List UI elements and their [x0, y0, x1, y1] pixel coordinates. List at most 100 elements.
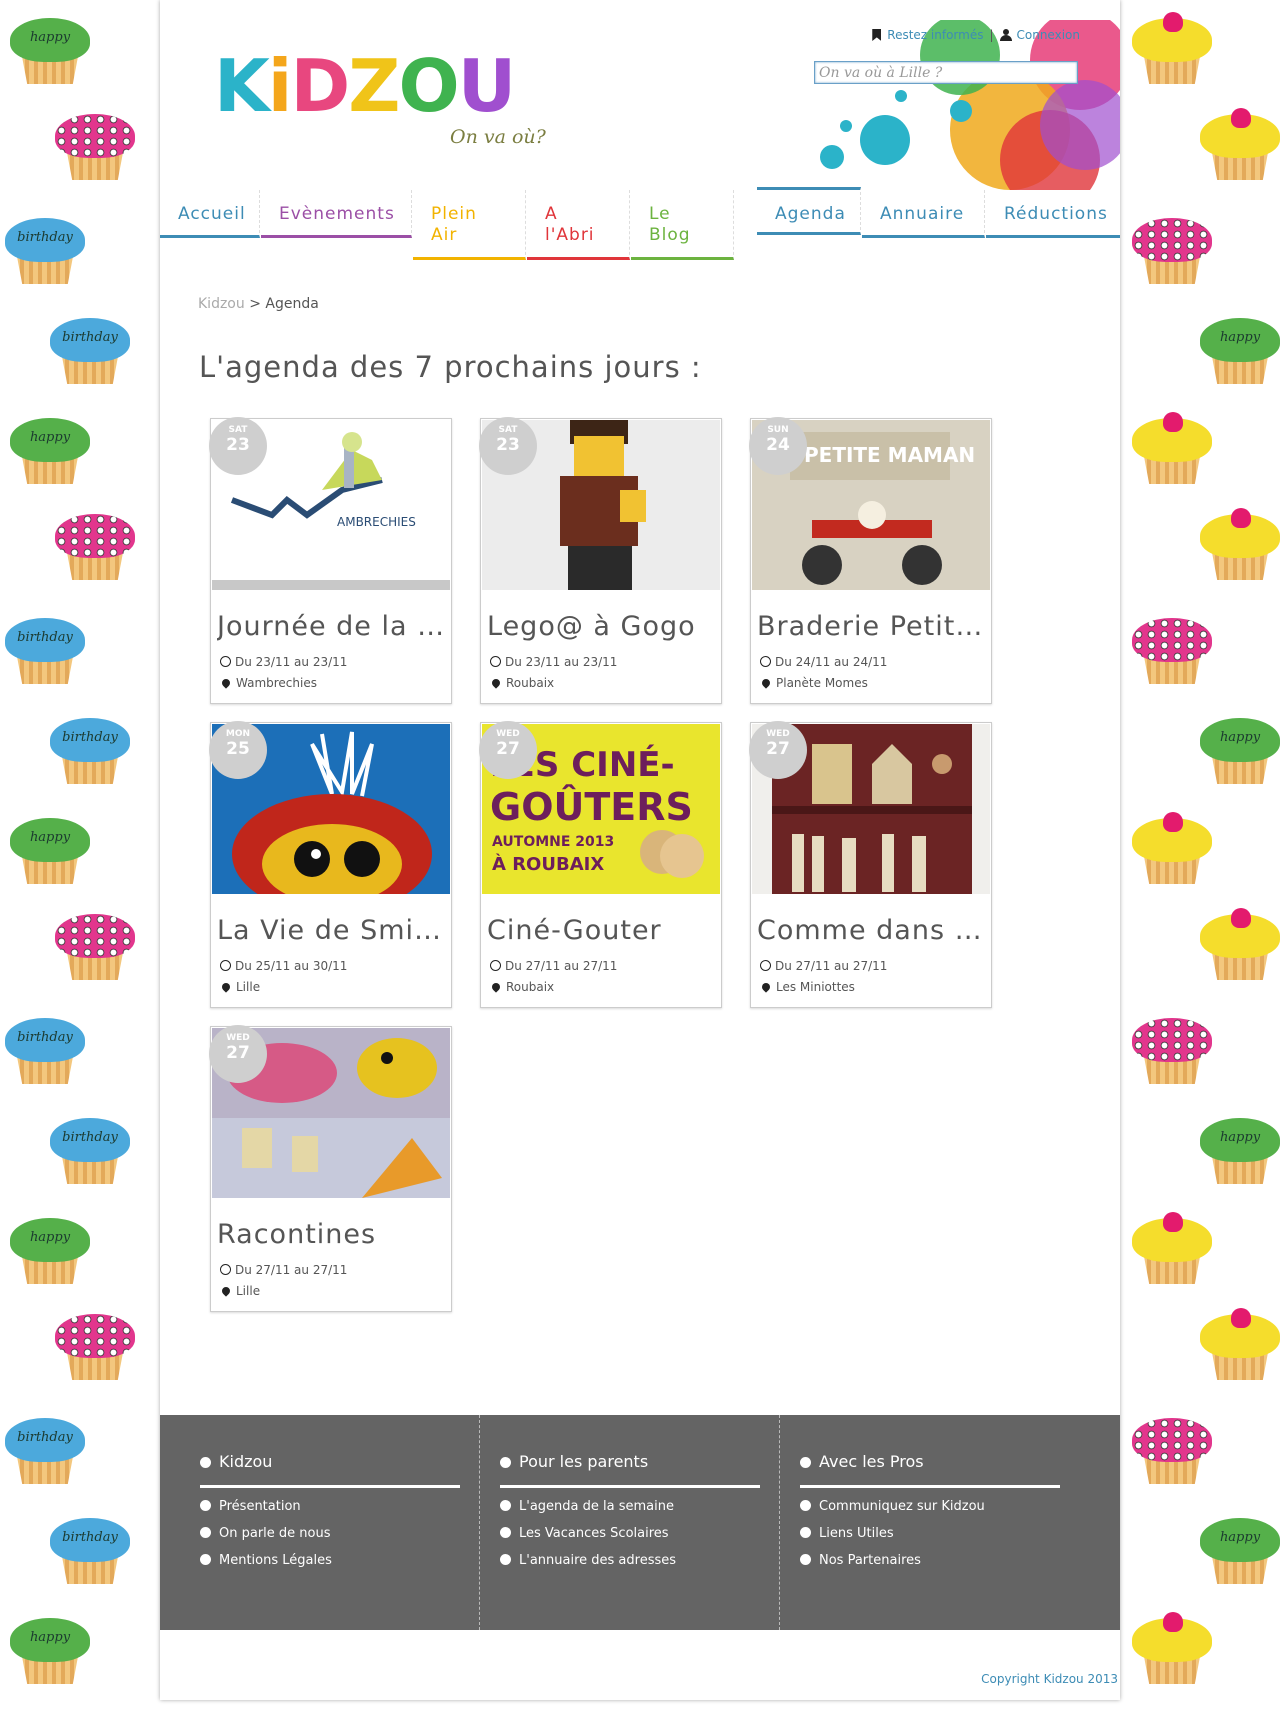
- nav-accueil[interactable]: Accueil: [160, 190, 260, 238]
- footer-column-parents: Pour les parents L'agenda de la semaine …: [500, 1415, 760, 1630]
- user-icon: [999, 29, 1012, 41]
- cupcake-decoration: [1132, 1212, 1212, 1288]
- event-dates: Du 23/11 au 23/11: [490, 655, 617, 669]
- nav-annuaire[interactable]: Annuaire: [862, 190, 985, 238]
- bullet-icon: [500, 1500, 511, 1511]
- event-title[interactable]: Lego@ à Gogo: [487, 611, 715, 642]
- cupcake-decoration: [1200, 1308, 1280, 1384]
- cupcake-decoration: [55, 108, 135, 184]
- map-pin-icon: [760, 981, 772, 993]
- footer-column-kidzou: Kidzou Présentation On parle de nous Men…: [200, 1415, 460, 1630]
- nav-evenements[interactable]: Evènements: [261, 190, 412, 238]
- date-badge-day: MON: [225, 729, 251, 739]
- event-card[interactable]: WED 27 Comme dans u... Du 27/11 au 27/11…: [749, 721, 992, 1008]
- event-image-text: AUTOMNE 2013: [492, 834, 614, 850]
- footer-link[interactable]: Présentation: [200, 1498, 332, 1525]
- nav-plein-air[interactable]: Plein Air: [413, 190, 526, 260]
- event-image-text: GOÛTERS: [490, 785, 693, 829]
- event-title[interactable]: La Vie de Smis...: [217, 915, 445, 946]
- kidzou-logo[interactable]: K i D Z O U On va où?: [214, 46, 554, 162]
- clock-icon: [220, 1264, 231, 1275]
- event-place-text: Roubaix: [506, 980, 555, 994]
- footer-link[interactable]: Mentions Légales: [200, 1552, 332, 1579]
- event-title[interactable]: Braderie Petite...: [757, 611, 985, 642]
- cupcake-decoration: happy: [10, 812, 90, 888]
- nav-le-blog[interactable]: Le Blog: [631, 190, 734, 260]
- cupcake-decoration: [1132, 1012, 1212, 1088]
- event-place: Lille: [220, 1284, 260, 1298]
- site-footer: Kidzou Présentation On parle de nous Men…: [160, 1415, 1120, 1630]
- event-place: Roubaix: [490, 980, 554, 994]
- logo-letter: O: [398, 44, 459, 128]
- event-card[interactable]: SAT 23 Lego@ à Gogo Du 23/11 au 23/11 Ro…: [479, 417, 722, 704]
- bullet-icon: [500, 1554, 511, 1565]
- cupcake-decoration: [55, 1308, 135, 1384]
- event-dates-text: Du 27/11 au 27/11: [775, 959, 888, 973]
- footer-heading: Avec les Pros: [800, 1452, 924, 1471]
- nav-reductions[interactable]: Réductions: [986, 190, 1120, 238]
- event-dates-text: Du 25/11 au 30/11: [235, 959, 348, 973]
- event-title[interactable]: Comme dans u...: [757, 915, 985, 946]
- bullet-icon: [500, 1527, 511, 1538]
- cupcake-decoration: [1200, 908, 1280, 984]
- cupcake-decoration: happy: [1200, 1112, 1280, 1188]
- event-dates-text: Du 24/11 au 24/11: [775, 655, 888, 669]
- date-badge: WED 27: [479, 721, 537, 779]
- breadcrumb-home-link[interactable]: Kidzou: [198, 296, 245, 312]
- event-title[interactable]: Racontines: [217, 1219, 445, 1250]
- footer-heading: Pour les parents: [500, 1452, 648, 1471]
- cupcake-decoration: birthday: [50, 312, 130, 388]
- nav-a-l-abri[interactable]: A l'Abri: [527, 190, 630, 260]
- date-badge-number: 25: [226, 739, 250, 759]
- footer-link[interactable]: Liens Utiles: [800, 1525, 985, 1552]
- event-place: Roubaix: [490, 676, 554, 690]
- date-badge-number: 27: [226, 1043, 250, 1063]
- map-pin-icon: [220, 677, 232, 689]
- logo-letter: K: [214, 44, 270, 128]
- footer-link[interactable]: L'agenda de la semaine: [500, 1498, 676, 1525]
- site-header: K i D Z O U On va où? Restez informés | …: [160, 0, 1120, 190]
- event-place-text: Planète Momes: [776, 676, 868, 690]
- footer-rule: [200, 1485, 460, 1488]
- cupcake-decoration: birthday: [50, 712, 130, 788]
- event-title[interactable]: Ciné-Gouter: [487, 915, 715, 946]
- event-card[interactable]: AMBRECHIES SAT 23 Journée de la ... Du 2…: [209, 417, 452, 704]
- footer-link[interactable]: Nos Partenaires: [800, 1552, 985, 1579]
- event-title[interactable]: Journée de la ...: [217, 611, 445, 642]
- event-card[interactable]: MON 25 La Vie de Smis... Du 25/11 au 30/…: [209, 721, 452, 1008]
- event-image-text: PETITE MAMAN: [804, 443, 975, 467]
- breadcrumb-separator: >: [249, 296, 261, 312]
- search-input[interactable]: [814, 61, 1078, 84]
- cupcake-decoration: [1200, 508, 1280, 584]
- map-pin-icon: [220, 981, 232, 993]
- event-card[interactable]: LES CINÉ- GOÛTERS AUTOMNE 2013 À ROUBAIX…: [479, 721, 722, 1008]
- bullet-icon: [500, 1457, 511, 1468]
- date-badge-number: 23: [496, 435, 520, 455]
- page-container: K i D Z O U On va où? Restez informés | …: [160, 0, 1120, 1700]
- event-dates: Du 25/11 au 30/11: [220, 959, 347, 973]
- date-badge: WED 27: [749, 721, 807, 779]
- cupcake-decoration: [1132, 1412, 1212, 1488]
- footer-link[interactable]: Communiquez sur Kidzou: [800, 1498, 985, 1525]
- event-dates: Du 27/11 au 27/11: [760, 959, 887, 973]
- date-badge-number: 27: [766, 739, 790, 759]
- footer-column-pros: Avec les Pros Communiquez sur Kidzou Lie…: [800, 1415, 1060, 1630]
- event-card[interactable]: PETITE MAMAN SUN 24 Braderie Petite... D…: [749, 417, 992, 704]
- date-badge-number: 27: [496, 739, 520, 759]
- newsletter-link[interactable]: Restez informés: [887, 28, 983, 42]
- footer-link[interactable]: Les Vacances Scolaires: [500, 1525, 676, 1552]
- clock-icon: [490, 656, 501, 667]
- logo-letter: Z: [348, 44, 400, 128]
- cupcake-decoration: happy: [1200, 712, 1280, 788]
- clock-icon: [760, 656, 771, 667]
- event-card[interactable]: WED 27 Racontines Du 27/11 au 27/11 Lill…: [209, 1025, 452, 1312]
- date-badge-day: WED: [226, 1033, 250, 1043]
- nav-agenda[interactable]: Agenda: [757, 187, 861, 235]
- logo-letter: i: [267, 44, 293, 128]
- login-link[interactable]: Connexion: [1017, 28, 1081, 42]
- footer-link[interactable]: L'annuaire des adresses: [500, 1552, 676, 1579]
- map-pin-icon: [220, 1285, 232, 1297]
- footer-link[interactable]: On parle de nous: [200, 1525, 332, 1552]
- bullet-icon: [200, 1554, 211, 1565]
- cupcake-decoration: happy: [10, 412, 90, 488]
